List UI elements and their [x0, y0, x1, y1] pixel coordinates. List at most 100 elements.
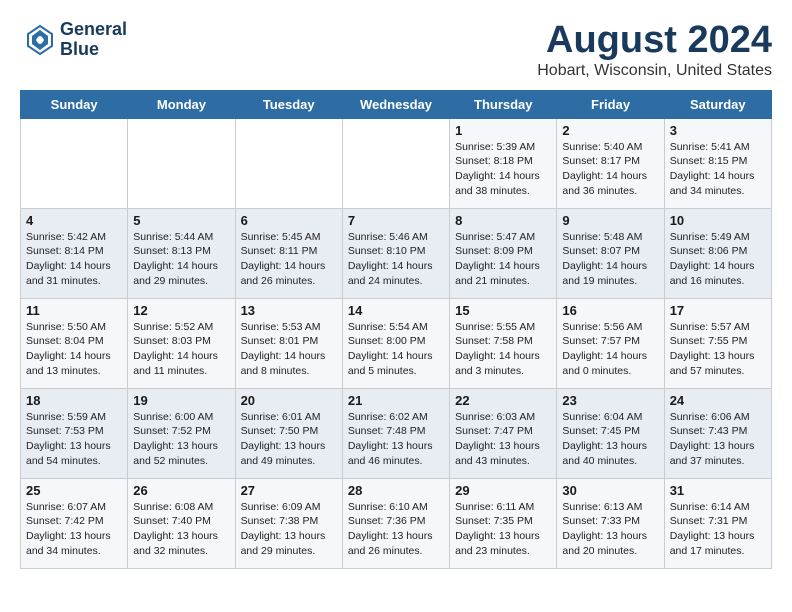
- calendar-cell: 3 Sunrise: 5:41 AM Sunset: 8:15 PM Daylig…: [664, 118, 771, 208]
- day-number: 5: [133, 213, 229, 228]
- calendar-week-row: 4 Sunrise: 5:42 AM Sunset: 8:14 PM Daylig…: [21, 208, 772, 298]
- calendar-cell: 24 Sunrise: 6:06 AM Sunset: 7:43 PM Dayli…: [664, 388, 771, 478]
- calendar-cell: 20Sunrise: 6:01 AM Sunset: 7:50 PM Dayli…: [235, 388, 342, 478]
- day-number: 19: [133, 393, 229, 408]
- day-info: Sunrise: 5:55 AM Sunset: 7:58 PM Dayligh…: [455, 320, 551, 379]
- calendar-cell: 28 Sunrise: 6:10 AM Sunset: 7:36 PM Dayli…: [342, 478, 449, 568]
- calendar-week-row: 1 Sunrise: 5:39 AM Sunset: 8:18 PM Daylig…: [21, 118, 772, 208]
- day-number: 29: [455, 483, 551, 498]
- calendar-subtitle: Hobart, Wisconsin, United States: [537, 62, 772, 80]
- day-number: 2: [562, 123, 658, 138]
- day-number: 31: [670, 483, 766, 498]
- logo-icon: [20, 22, 56, 58]
- calendar-cell: 16 Sunrise: 5:56 AM Sunset: 7:57 PM Dayli…: [557, 298, 664, 388]
- day-number: 28: [348, 483, 444, 498]
- day-number: 11: [26, 303, 122, 318]
- calendar-cell: 1 Sunrise: 5:39 AM Sunset: 8:18 PM Daylig…: [450, 118, 557, 208]
- calendar-title: August 2024: [537, 20, 772, 62]
- calendar-cell: 17Sunrise: 5:57 AM Sunset: 7:55 PM Dayli…: [664, 298, 771, 388]
- calendar-body: 1 Sunrise: 5:39 AM Sunset: 8:18 PM Daylig…: [21, 118, 772, 568]
- calendar-cell: 4 Sunrise: 5:42 AM Sunset: 8:14 PM Daylig…: [21, 208, 128, 298]
- day-info: Sunrise: 5:45 AM Sunset: 8:11 PM Dayligh…: [241, 230, 337, 289]
- calendar-cell: [128, 118, 235, 208]
- day-of-week-header: Wednesday: [342, 90, 449, 118]
- day-info: Sunrise: 5:59 AM Sunset: 7:53 PM Dayligh…: [26, 410, 122, 469]
- day-info: Sunrise: 6:10 AM Sunset: 7:36 PM Dayligh…: [348, 500, 444, 559]
- day-info: Sunrise: 6:04 AM Sunset: 7:45 PM Dayligh…: [562, 410, 658, 469]
- calendar-cell: 19 Sunrise: 6:00 AM Sunset: 7:52 PM Dayli…: [128, 388, 235, 478]
- calendar-cell: [342, 118, 449, 208]
- day-of-week-header: Friday: [557, 90, 664, 118]
- calendar-header: SundayMondayTuesdayWednesdayThursdayFrid…: [21, 90, 772, 118]
- calendar-cell: 12Sunrise: 5:52 AM Sunset: 8:03 PM Dayli…: [128, 298, 235, 388]
- day-number: 7: [348, 213, 444, 228]
- day-of-week-header: Tuesday: [235, 90, 342, 118]
- calendar-week-row: 18 Sunrise: 5:59 AM Sunset: 7:53 PM Dayli…: [21, 388, 772, 478]
- day-info: Sunrise: 5:57 AM Sunset: 7:55 PM Dayligh…: [670, 320, 766, 379]
- day-info: Sunrise: 5:52 AM Sunset: 8:03 PM Dayligh…: [133, 320, 229, 379]
- day-number: 21: [348, 393, 444, 408]
- day-number: 24: [670, 393, 766, 408]
- day-info: Sunrise: 6:13 AM Sunset: 7:33 PM Dayligh…: [562, 500, 658, 559]
- day-info: Sunrise: 5:41 AM Sunset: 8:15 PM Dayligh…: [670, 140, 766, 199]
- calendar-cell: 29 Sunrise: 6:11 AM Sunset: 7:35 PM Dayli…: [450, 478, 557, 568]
- day-number: 18: [26, 393, 122, 408]
- calendar-cell: 2 Sunrise: 5:40 AM Sunset: 8:17 PM Daylig…: [557, 118, 664, 208]
- calendar-cell: 14Sunrise: 5:54 AM Sunset: 8:00 PM Dayli…: [342, 298, 449, 388]
- calendar-cell: 26Sunrise: 6:08 AM Sunset: 7:40 PM Dayli…: [128, 478, 235, 568]
- day-of-week-header: Thursday: [450, 90, 557, 118]
- calendar-week-row: 25 Sunrise: 6:07 AM Sunset: 7:42 PM Dayli…: [21, 478, 772, 568]
- day-number: 25: [26, 483, 122, 498]
- day-info: Sunrise: 6:14 AM Sunset: 7:31 PM Dayligh…: [670, 500, 766, 559]
- day-info: Sunrise: 5:49 AM Sunset: 8:06 PM Dayligh…: [670, 230, 766, 289]
- day-number: 23: [562, 393, 658, 408]
- calendar-cell: 22 Sunrise: 6:03 AM Sunset: 7:47 PM Dayli…: [450, 388, 557, 478]
- day-info: Sunrise: 6:06 AM Sunset: 7:43 PM Dayligh…: [670, 410, 766, 469]
- calendar-cell: 23 Sunrise: 6:04 AM Sunset: 7:45 PM Dayli…: [557, 388, 664, 478]
- day-number: 3: [670, 123, 766, 138]
- day-info: Sunrise: 5:47 AM Sunset: 8:09 PM Dayligh…: [455, 230, 551, 289]
- day-info: Sunrise: 5:50 AM Sunset: 8:04 PM Dayligh…: [26, 320, 122, 379]
- day-info: Sunrise: 5:48 AM Sunset: 8:07 PM Dayligh…: [562, 230, 658, 289]
- calendar-cell: 13Sunrise: 5:53 AM Sunset: 8:01 PM Dayli…: [235, 298, 342, 388]
- page-header: General Blue August 2024 Hobart, Wiscons…: [20, 20, 772, 80]
- day-number: 1: [455, 123, 551, 138]
- day-of-week-header: Saturday: [664, 90, 771, 118]
- calendar-cell: 27Sunrise: 6:09 AM Sunset: 7:38 PM Dayli…: [235, 478, 342, 568]
- day-info: Sunrise: 6:11 AM Sunset: 7:35 PM Dayligh…: [455, 500, 551, 559]
- title-block: August 2024 Hobart, Wisconsin, United St…: [537, 20, 772, 80]
- logo-line1: General: [60, 20, 127, 40]
- day-number: 10: [670, 213, 766, 228]
- day-info: Sunrise: 6:07 AM Sunset: 7:42 PM Dayligh…: [26, 500, 122, 559]
- day-info: Sunrise: 5:56 AM Sunset: 7:57 PM Dayligh…: [562, 320, 658, 379]
- day-info: Sunrise: 6:03 AM Sunset: 7:47 PM Dayligh…: [455, 410, 551, 469]
- day-number: 16: [562, 303, 658, 318]
- calendar-cell: 18 Sunrise: 5:59 AM Sunset: 7:53 PM Dayli…: [21, 388, 128, 478]
- day-info: Sunrise: 5:42 AM Sunset: 8:14 PM Dayligh…: [26, 230, 122, 289]
- day-number: 9: [562, 213, 658, 228]
- calendar-week-row: 11 Sunrise: 5:50 AM Sunset: 8:04 PM Dayli…: [21, 298, 772, 388]
- day-info: Sunrise: 5:39 AM Sunset: 8:18 PM Dayligh…: [455, 140, 551, 199]
- header-row: SundayMondayTuesdayWednesdayThursdayFrid…: [21, 90, 772, 118]
- calendar-cell: 21 Sunrise: 6:02 AM Sunset: 7:48 PM Dayli…: [342, 388, 449, 478]
- day-info: Sunrise: 5:40 AM Sunset: 8:17 PM Dayligh…: [562, 140, 658, 199]
- calendar-cell: [21, 118, 128, 208]
- calendar-cell: 11 Sunrise: 5:50 AM Sunset: 8:04 PM Dayli…: [21, 298, 128, 388]
- calendar-cell: 30 Sunrise: 6:13 AM Sunset: 7:33 PM Dayli…: [557, 478, 664, 568]
- day-number: 6: [241, 213, 337, 228]
- calendar-cell: 10 Sunrise: 5:49 AM Sunset: 8:06 PM Dayli…: [664, 208, 771, 298]
- day-info: Sunrise: 6:02 AM Sunset: 7:48 PM Dayligh…: [348, 410, 444, 469]
- day-number: 30: [562, 483, 658, 498]
- day-number: 4: [26, 213, 122, 228]
- logo-text: General Blue: [60, 20, 127, 60]
- day-number: 13: [241, 303, 337, 318]
- day-number: 15: [455, 303, 551, 318]
- day-info: Sunrise: 6:09 AM Sunset: 7:38 PM Dayligh…: [241, 500, 337, 559]
- day-info: Sunrise: 6:00 AM Sunset: 7:52 PM Dayligh…: [133, 410, 229, 469]
- day-info: Sunrise: 5:44 AM Sunset: 8:13 PM Dayligh…: [133, 230, 229, 289]
- day-number: 26: [133, 483, 229, 498]
- day-number: 22: [455, 393, 551, 408]
- calendar-cell: 15 Sunrise: 5:55 AM Sunset: 7:58 PM Dayli…: [450, 298, 557, 388]
- calendar-cell: 8 Sunrise: 5:47 AM Sunset: 8:09 PM Daylig…: [450, 208, 557, 298]
- day-number: 8: [455, 213, 551, 228]
